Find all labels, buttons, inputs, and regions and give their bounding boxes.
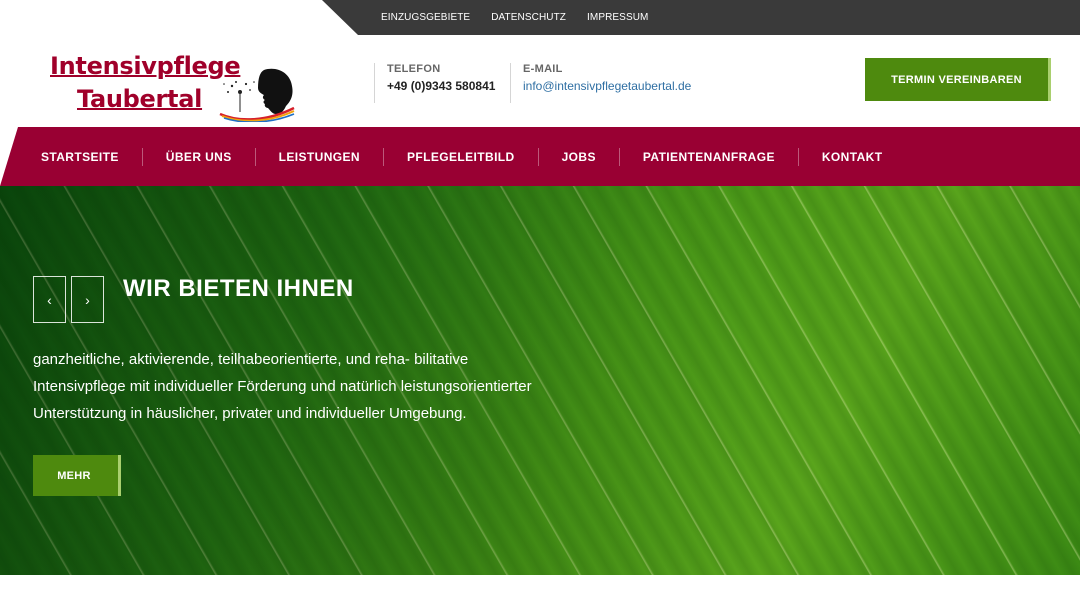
nav-item-jobs[interactable]: JOBS — [537, 147, 619, 166]
phone-number[interactable]: +49 (0)9343 580841 — [387, 79, 495, 93]
site-header: Intensivpflege Taubertal TELEFON +49 (0)… — [0, 35, 1080, 127]
nav-item-pflegeleitbild[interactable]: PFLEGELEITBILD — [383, 147, 538, 166]
logo-text-line1: Intensivpflege — [50, 52, 241, 80]
contact-email: E-MAIL info@intensivpflegetaubertal.de — [510, 63, 691, 103]
email-link[interactable]: info@intensivpflegetaubertal.de — [523, 79, 691, 93]
nav-item-startseite[interactable]: STARTSEITE — [18, 148, 142, 166]
nav-item-kontakt[interactable]: KONTAKT — [797, 147, 906, 166]
hero-title: WIR BIETEN IHNEN — [123, 275, 354, 302]
toplink-impressum[interactable]: IMPRESSUM — [587, 12, 648, 23]
top-utility-bar: EINZUGSGEBIETE DATENSCHUTZ IMPRESSUM — [0, 0, 1080, 35]
phone-label: TELEFON — [387, 63, 441, 75]
main-navigation: STARTSEITE ÜBER UNS LEISTUNGEN PFLEGELEI… — [0, 127, 1080, 186]
toplink-datenschutz[interactable]: DATENSCHUTZ — [491, 12, 566, 23]
nav-item-leistungen[interactable]: LEISTUNGEN — [254, 147, 383, 166]
nav-items: STARTSEITE ÜBER UNS LEISTUNGEN PFLEGELEI… — [18, 127, 905, 186]
toplink-einzugsgebiete[interactable]: EINZUGSGEBIETE — [381, 12, 470, 23]
email-label: E-MAIL — [523, 63, 563, 75]
nav-item-patientenanfrage[interactable]: PATIENTENANFRAGE — [618, 147, 798, 166]
slider-prev-button[interactable]: ‹ — [33, 276, 66, 323]
more-button[interactable]: MEHR — [33, 455, 121, 496]
book-appointment-button[interactable]: TERMIN VEREINBAREN — [865, 58, 1051, 101]
nav-item-ueber-uns[interactable]: ÜBER UNS — [141, 147, 255, 166]
hero-description: ganzheitliche, aktivierende, teilhabeori… — [33, 351, 532, 422]
logo-text-line2: Taubertal — [77, 85, 203, 113]
chevron-left-icon: ‹ — [47, 291, 52, 308]
hero-slider: ‹ › WIR BIETEN IHNEN ganzheitliche, akti… — [0, 186, 1080, 575]
site-logo[interactable]: Intensivpflege Taubertal — [50, 52, 300, 122]
contact-phone: TELEFON +49 (0)9343 580841 — [374, 63, 495, 103]
dandelion-face-icon — [219, 68, 295, 122]
chevron-right-icon: › — [85, 291, 90, 308]
top-links: EINZUGSGEBIETE DATENSCHUTZ IMPRESSUM — [381, 0, 648, 35]
slider-next-button[interactable]: › — [71, 276, 104, 323]
